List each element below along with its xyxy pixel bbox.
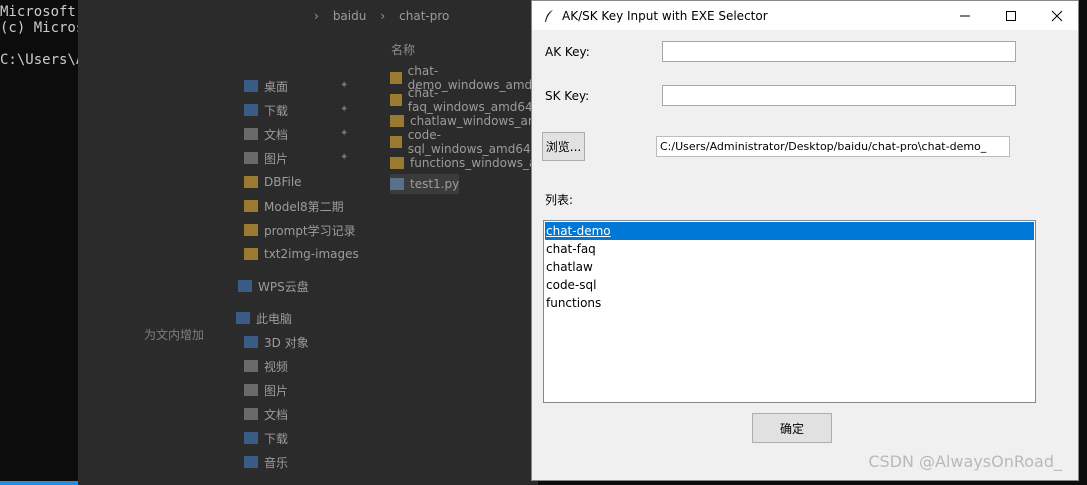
video-icon [244,360,258,372]
python-file-icon [390,178,404,190]
nav-item: 此电脑 [236,308,292,328]
picture-icon [244,384,258,396]
file-item: chat-demo_windows_amd64 [390,64,550,92]
folder-icon [244,248,258,260]
minimize-icon [960,15,970,16]
breadcrumb-chevron-icon: › [314,9,319,23]
cloud-icon [238,280,252,292]
confirm-button[interactable]: 确定 [752,413,832,443]
list-label: 列表: [545,193,574,207]
folder-icon [390,157,404,169]
nav-item: 图片 [244,380,288,400]
folder-icon [390,115,404,127]
breadcrumb: › baidu › chat-pro [314,6,449,26]
maximize-icon [1006,10,1016,21]
folder-icon [244,224,258,236]
ak-key-input[interactable] [662,41,1016,62]
close-icon [1051,10,1063,21]
nav-item: Model8第二期 [244,196,344,216]
feather-icon [542,9,556,23]
computer-icon [236,312,250,324]
exe-path-field[interactable]: C:/Users/Administrator/Desktop/baidu/cha… [656,136,1010,157]
nav-item: 桌面 [244,76,288,96]
window-title: AK/SK Key Input with EXE Selector [562,8,768,23]
close-button[interactable] [1034,1,1080,30]
ak-sk-window: AK/SK Key Input with EXE Selector AK Key… [531,0,1079,481]
breadcrumb-chevron-icon: › [380,9,386,23]
taskbar-accent [0,481,78,485]
nav-item: 下载 [244,100,288,120]
nav-item: WPS云盘 [238,276,309,296]
list-item[interactable]: chatlaw [545,258,1034,276]
column-header-name: 名称 [391,43,416,57]
document-icon [244,408,258,420]
cube-icon [244,336,258,348]
nav-item: 图片 [244,148,288,168]
breadcrumb-item: chat-pro [399,9,450,23]
nav-item: DBFile [244,172,302,192]
nav-item: 音乐 [244,452,288,472]
nav-item: 3D 对象 [244,332,309,352]
nav-item: 视频 [244,356,288,376]
pin-icon: ✦ [340,152,349,163]
nav-item: txt2img-images [244,244,359,264]
picture-icon [244,152,258,164]
ak-key-label: AK Key: [545,45,590,59]
list-item[interactable]: code-sql [545,276,1034,294]
list-item[interactable]: functions [545,294,1034,312]
pin-icon: ✦ [340,104,349,115]
document-icon [244,128,258,140]
folder-icon [244,200,258,212]
list-item[interactable]: chat-faq [545,240,1034,258]
file-item: chat-faq_windows_amd64 [390,86,538,114]
music-icon [244,456,258,468]
folder-icon [390,94,402,106]
minimize-button[interactable] [942,1,988,30]
nav-item: 文档 [244,124,288,144]
sk-key-input[interactable] [662,85,1016,106]
nav-item: 文档 [244,404,288,424]
title-bar[interactable]: AK/SK Key Input with EXE Selector [532,1,1078,30]
folder-icon [390,72,402,84]
file-item: code-sql_windows_amd64 [390,128,538,156]
pin-icon: ✦ [340,128,349,139]
csdn-watermark: CSDN @AlwaysOnRoad_ [868,452,1062,471]
ghost-text: 为文内增加 [144,328,205,342]
download-icon [244,104,258,116]
file-item: test1.py [390,174,460,194]
desktop-icon [244,80,258,92]
list-item[interactable]: chat-demo [545,222,1034,240]
breadcrumb-item: baidu [332,9,367,23]
download-icon [244,432,258,444]
browse-button[interactable]: 浏览... [542,132,585,161]
folder-icon [390,136,402,148]
maximize-button[interactable] [988,1,1034,30]
exe-listbox[interactable]: chat-demo chat-faq chatlaw code-sql func… [543,220,1036,403]
pin-icon: ✦ [340,80,349,91]
file-explorer-background: › baidu › chat-pro 名称 桌面 下载 文档 图片 DBFile… [78,0,571,485]
sk-key-label: SK Key: [545,89,590,103]
nav-item: prompt学习记录 [244,220,356,240]
nav-item: 下载 [244,428,288,448]
folder-icon [244,176,258,188]
